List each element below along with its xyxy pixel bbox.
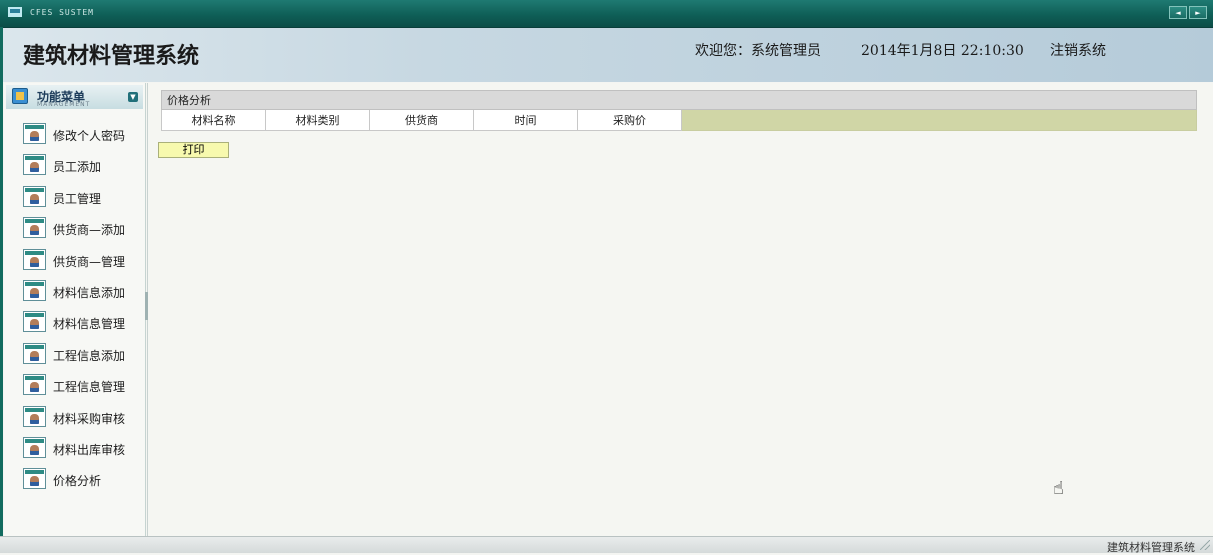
main-content: 价格分析 材料名称 材料类别 供货商 时间 采购价 打印 [148, 83, 1213, 536]
current-datetime: 2014年1月8日 22:10:30 [861, 43, 1024, 59]
user-card-icon [23, 248, 46, 270]
resize-grip-icon[interactable] [1200, 540, 1210, 550]
sidebar-item-purchase-review[interactable]: 材料采购审核 [4, 404, 145, 435]
sidebar-item-add-material[interactable]: 材料信息添加 [4, 278, 145, 309]
column-header: 材料类别 [265, 109, 370, 131]
header-filler [681, 109, 1197, 131]
sidebar-item-label: 材料出库审核 [53, 442, 126, 457]
logout-link[interactable]: 注销系统 [1050, 40, 1106, 60]
user-card-icon [23, 279, 46, 301]
column-header: 供货商 [369, 109, 474, 131]
window-title: CFES SUSTEM [30, 8, 94, 17]
page-header: 建筑材料管理系统 欢迎您：系统管理员 2014年1月8日 22:10:30 注销… [3, 28, 1213, 82]
sidebar-item-manage-project[interactable]: 工程信息管理 [4, 372, 145, 403]
welcome-text: 欢迎您：系统管理员 [695, 43, 821, 59]
sidebar-item-label: 员工管理 [53, 191, 102, 206]
user-card-icon [23, 374, 46, 396]
sidebar-item-change-password[interactable]: 修改个人密码 [4, 121, 145, 152]
hand-cursor-icon: ☝ [1053, 478, 1064, 499]
frame-left-edge [0, 27, 3, 552]
user-card-icon [23, 123, 46, 144]
table-caption: 价格分析 [161, 90, 1197, 110]
sidebar-item-label: 工程信息添加 [53, 348, 126, 363]
menu-list: 修改个人密码 员工添加 员工管理 供货商—添加 供货商—管理 材料信息添加 材料… [4, 121, 145, 498]
collapse-chevron-icon[interactable]: ▼ [128, 92, 138, 102]
user-card-icon [23, 468, 46, 490]
sidebar-item-price-analysis[interactable]: 价格分析 [4, 466, 145, 497]
print-button[interactable]: 打印 [158, 142, 229, 158]
menu-header: 功能菜单 MANAGEMENT ▼ [6, 85, 143, 109]
system-title: 建筑材料管理系统 [23, 43, 200, 69]
user-card-icon [23, 342, 46, 364]
sidebar-item-label: 工程信息管理 [53, 380, 126, 395]
sidebar-item-label: 供货商—添加 [53, 223, 126, 238]
sidebar-item-manage-employee[interactable]: 员工管理 [4, 184, 145, 215]
monitor-icon [8, 7, 22, 17]
status-bar-text: 建筑材料管理系统 [1107, 541, 1195, 554]
sidebar-item-label: 材料信息管理 [53, 317, 126, 332]
menu-subtitle: MANAGEMENT [37, 101, 91, 108]
window-title-bar: CFES SUSTEM ◄ ► [0, 0, 1213, 28]
sidebar-item-label: 材料信息添加 [53, 285, 126, 300]
sidebar-item-manage-material[interactable]: 材料信息管理 [4, 309, 145, 340]
sidebar: 功能菜单 MANAGEMENT ▼ 修改个人密码 员工添加 员工管理 供货商—添… [4, 83, 146, 536]
window-nav-buttons: ◄ ► [1167, 6, 1207, 19]
sidebar-item-outbound-review[interactable]: 材料出库审核 [4, 435, 145, 466]
price-analysis-table: 价格分析 材料名称 材料类别 供货商 时间 采购价 [161, 90, 1197, 131]
user-card-icon [23, 217, 46, 239]
sidebar-item-label: 员工添加 [53, 160, 102, 175]
sidebar-item-add-supplier[interactable]: 供货商—添加 [4, 215, 145, 246]
user-card-icon [23, 154, 46, 176]
status-bar: 建筑材料管理系统 [0, 536, 1213, 554]
user-card-icon [23, 405, 46, 427]
user-card-icon [23, 311, 46, 333]
column-header: 采购价 [577, 109, 682, 131]
sidebar-item-label: 材料采购审核 [53, 411, 126, 426]
table-header-row: 材料名称 材料类别 供货商 时间 采购价 [161, 109, 1197, 131]
column-header: 时间 [473, 109, 578, 131]
sidebar-item-label: 价格分析 [53, 474, 102, 489]
column-header: 材料名称 [161, 109, 266, 131]
menu-home-icon [12, 88, 28, 104]
sidebar-item-manage-supplier[interactable]: 供货商—管理 [4, 247, 145, 278]
nav-next-button[interactable]: ► [1189, 6, 1207, 19]
nav-prev-button[interactable]: ◄ [1169, 6, 1187, 19]
user-card-icon [23, 185, 46, 207]
sidebar-item-add-project[interactable]: 工程信息添加 [4, 341, 145, 372]
user-card-icon [23, 436, 46, 458]
table-caption-row: 价格分析 [161, 90, 1197, 110]
sidebar-item-label: 修改个人密码 [53, 129, 126, 143]
sidebar-item-add-employee[interactable]: 员工添加 [4, 152, 145, 183]
sidebar-item-label: 供货商—管理 [53, 254, 126, 269]
